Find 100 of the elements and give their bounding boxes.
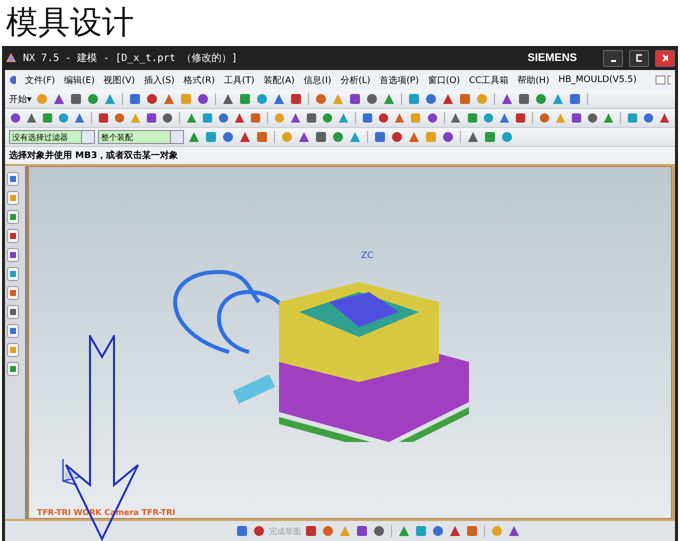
- start-button[interactable]: 开始▾: [9, 92, 32, 106]
- tool-icon[interactable]: [448, 524, 462, 538]
- tool-icon[interactable]: [568, 92, 582, 106]
- tool-icon[interactable]: [407, 130, 421, 144]
- tool-icon[interactable]: [514, 111, 527, 125]
- tool-icon[interactable]: [252, 524, 266, 538]
- tool-icon[interactable]: [397, 524, 411, 538]
- tool-icon[interactable]: [217, 111, 230, 125]
- tool-icon[interactable]: [52, 92, 66, 106]
- tool-icon[interactable]: [321, 111, 334, 125]
- filter-dropdown[interactable]: 没有选择过滤器: [9, 130, 95, 144]
- tool-icon[interactable]: [144, 92, 159, 106]
- tool-icon[interactable]: [372, 524, 386, 538]
- resource-tab-icon[interactable]: [7, 324, 19, 338]
- tool-icon[interactable]: [238, 130, 252, 144]
- menu-item[interactable]: 帮助(H): [518, 74, 550, 86]
- tool-icon[interactable]: [233, 111, 246, 125]
- tool-icon[interactable]: [331, 130, 345, 144]
- tool-icon[interactable]: [440, 92, 455, 106]
- tool-icon[interactable]: [161, 111, 174, 125]
- menu-item[interactable]: 首选项(P): [379, 74, 419, 86]
- resource-tab-icon[interactable]: [7, 286, 19, 300]
- tool-icon[interactable]: [196, 92, 210, 106]
- tool-icon[interactable]: [355, 524, 369, 538]
- tool-icon[interactable]: [414, 524, 428, 538]
- tool-icon[interactable]: [658, 111, 671, 125]
- tool-icon[interactable]: [377, 111, 390, 125]
- tool-icon[interactable]: [86, 92, 100, 106]
- tool-icon[interactable]: [570, 111, 583, 125]
- tool-icon[interactable]: [507, 524, 521, 538]
- tool-icon[interactable]: [113, 111, 126, 125]
- tool-icon[interactable]: [254, 92, 269, 106]
- menu-item[interactable]: 视图(V): [104, 74, 135, 86]
- tool-icon[interactable]: [586, 111, 599, 125]
- tool-icon[interactable]: [238, 92, 252, 106]
- tool-icon[interactable]: [483, 130, 497, 144]
- resource-tab-icon[interactable]: [7, 248, 19, 262]
- tool-icon[interactable]: [534, 92, 548, 106]
- tool-icon[interactable]: [465, 524, 479, 538]
- menu-item[interactable]: 装配(A): [263, 74, 295, 86]
- resource-tab-icon[interactable]: [7, 210, 19, 224]
- resource-tab-icon[interactable]: [7, 343, 19, 357]
- resource-tab-icon[interactable]: [7, 362, 19, 376]
- tool-icon[interactable]: [373, 130, 387, 144]
- restore-icon[interactable]: [654, 75, 671, 85]
- tool-icon[interactable]: [249, 111, 262, 125]
- tool-icon[interactable]: [348, 130, 362, 144]
- tool-icon[interactable]: [68, 92, 83, 106]
- tool-icon[interactable]: [235, 524, 249, 538]
- tool-icon[interactable]: [642, 111, 655, 125]
- resource-tab-icon[interactable]: [7, 305, 19, 319]
- tool-icon[interactable]: [221, 130, 235, 144]
- menu-item[interactable]: 格式(R): [184, 74, 215, 86]
- tool-icon[interactable]: [25, 111, 38, 125]
- tool-icon[interactable]: [431, 524, 445, 538]
- tool-icon[interactable]: [9, 111, 22, 125]
- tool-icon[interactable]: [187, 130, 201, 144]
- tool-icon[interactable]: [441, 130, 455, 144]
- maximize-button[interactable]: [629, 50, 649, 66]
- menu-item[interactable]: 文件(F): [24, 74, 56, 86]
- tool-icon[interactable]: [348, 92, 362, 106]
- tool-icon[interactable]: [482, 111, 495, 125]
- tool-icon[interactable]: [337, 111, 350, 125]
- close-button[interactable]: [655, 50, 675, 66]
- tool-icon[interactable]: [314, 92, 328, 106]
- tool-icon[interactable]: [272, 92, 286, 106]
- tool-icon[interactable]: [516, 92, 531, 106]
- tool-icon[interactable]: [361, 111, 374, 125]
- tool-icon[interactable]: [382, 92, 396, 106]
- tool-icon[interactable]: [255, 130, 269, 144]
- tool-icon[interactable]: [289, 111, 302, 125]
- tool-icon[interactable]: [466, 130, 480, 144]
- menu-item[interactable]: 信息(I): [304, 74, 332, 86]
- tool-icon[interactable]: [466, 111, 479, 125]
- menu-item[interactable]: 窗口(O): [428, 74, 460, 86]
- tool-icon[interactable]: [424, 92, 438, 106]
- tool-icon[interactable]: [538, 111, 551, 125]
- tool-icon[interactable]: [162, 92, 176, 106]
- tool-icon[interactable]: [321, 524, 335, 538]
- tool-icon[interactable]: [304, 524, 318, 538]
- tool-icon[interactable]: [500, 130, 514, 144]
- tool-icon[interactable]: [288, 92, 303, 106]
- filter-dropdown[interactable]: 整个装配: [98, 130, 184, 144]
- tool-icon[interactable]: [426, 111, 439, 125]
- tool-icon[interactable]: [626, 111, 639, 125]
- tool-icon[interactable]: [297, 130, 311, 144]
- tool-icon[interactable]: [498, 111, 511, 125]
- minimize-button[interactable]: [603, 50, 623, 66]
- tool-icon[interactable]: [41, 111, 54, 125]
- tool-icon[interactable]: [500, 92, 514, 106]
- tool-icon[interactable]: [602, 111, 615, 125]
- menu-item[interactable]: 插入(S): [144, 74, 175, 86]
- tool-icon[interactable]: [406, 92, 421, 106]
- menu-item[interactable]: 编辑(E): [64, 74, 95, 86]
- tool-icon[interactable]: [220, 92, 235, 106]
- menu-item[interactable]: CC工具箱: [468, 74, 509, 86]
- tool-icon[interactable]: [201, 111, 214, 125]
- tool-icon[interactable]: [364, 92, 379, 106]
- tool-icon[interactable]: [204, 130, 218, 144]
- tool-icon[interactable]: [145, 111, 158, 125]
